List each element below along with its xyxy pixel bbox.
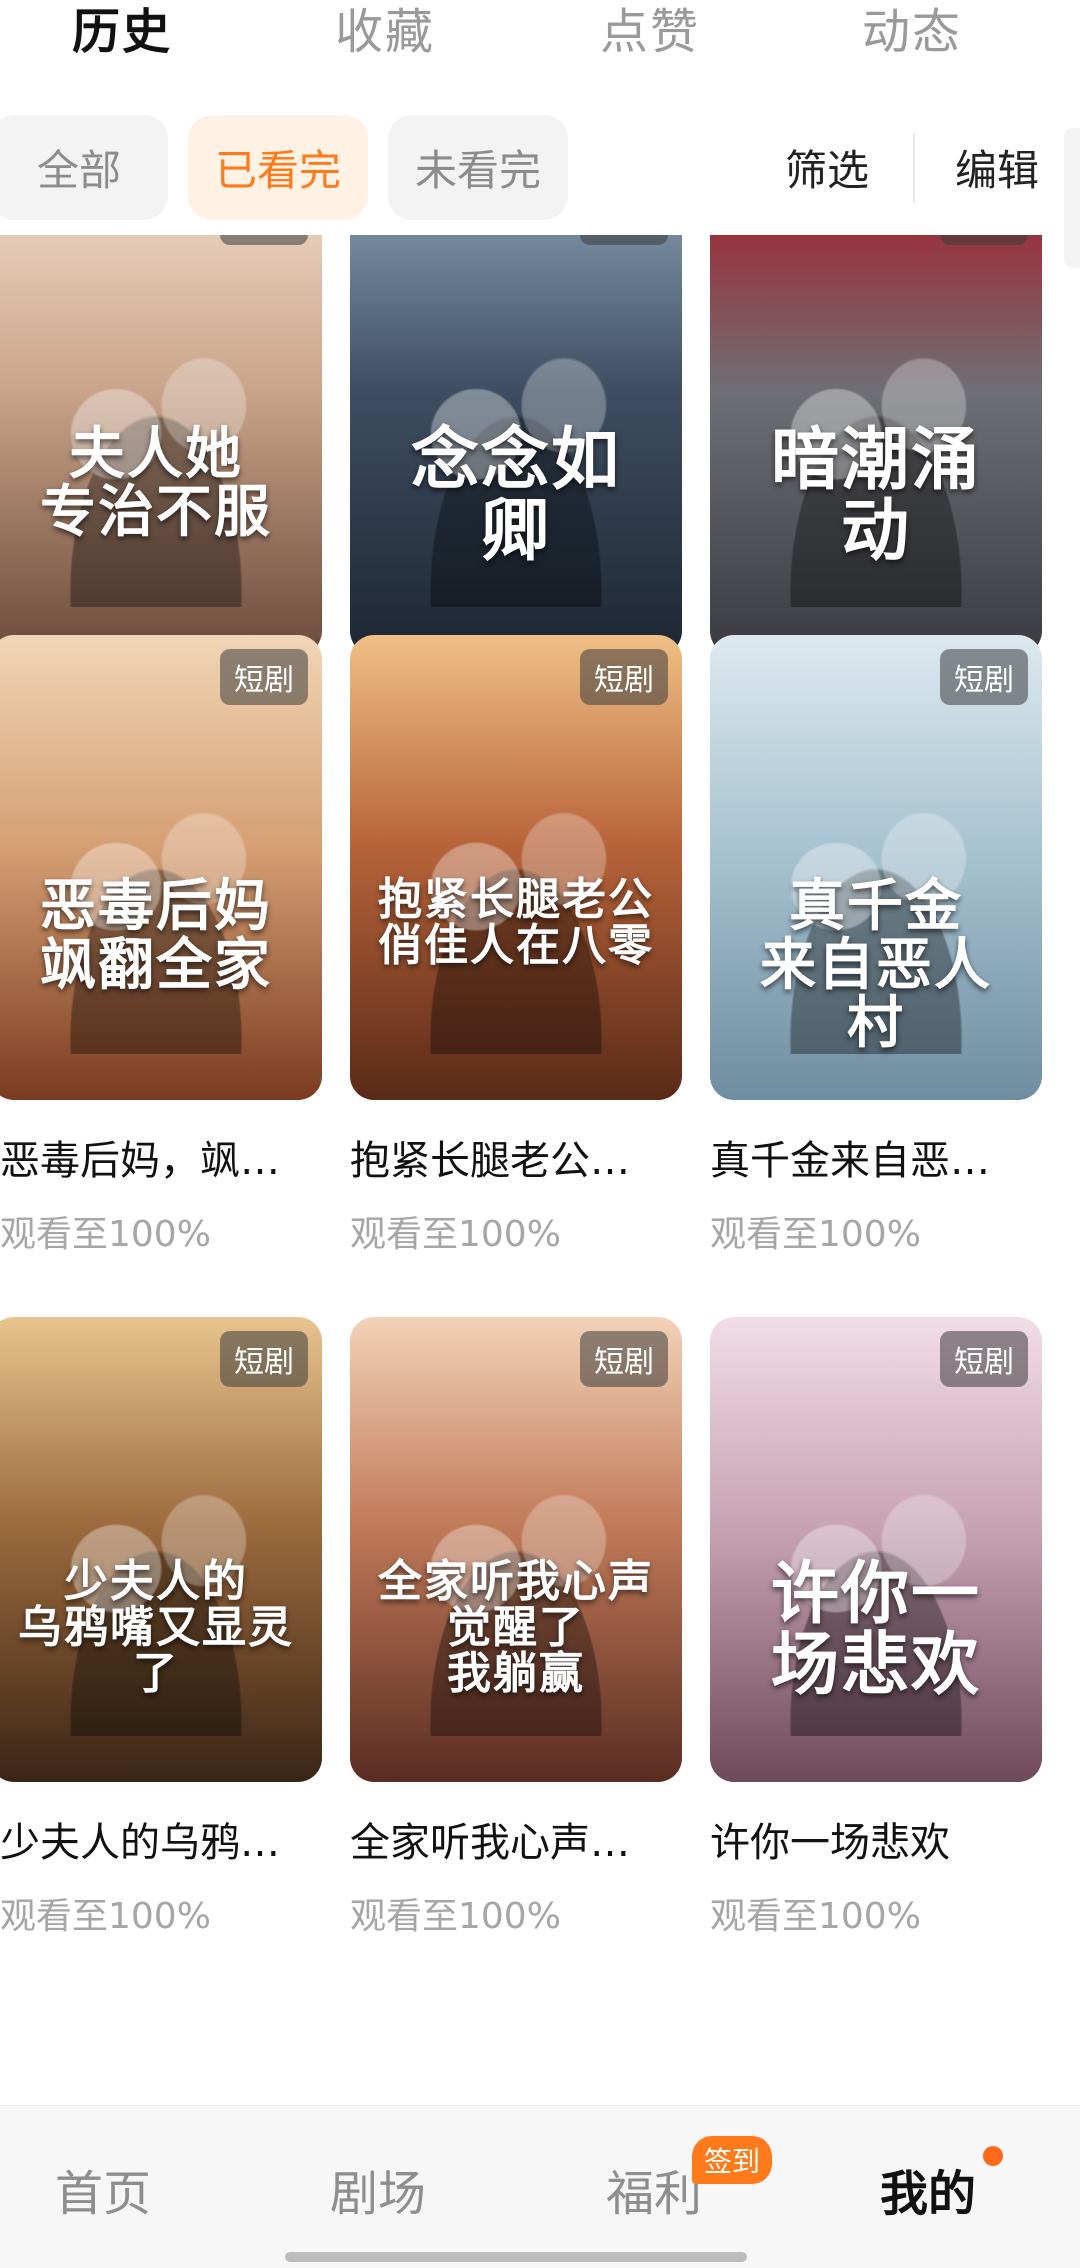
drama-title[interactable]: 许你一场悲欢 (710, 1810, 1052, 1868)
poster-title-art: 暗潮涌动 (770, 419, 981, 571)
poster-image[interactable]: 真千金 来自恶人村 短剧 (710, 635, 1042, 1100)
top-tab-bar: 历史 收藏 点赞 动态 (0, 0, 1080, 70)
poster-title-art: 少夫人的 乌鸦嘴又显灵了 (18, 1555, 294, 1700)
poster-image[interactable]: 抱紧长腿老公 俏佳人在八零 短剧 (350, 635, 682, 1100)
drama-card[interactable]: 抱紧长腿老公 俏佳人在八零 短剧抱紧长腿老公… 观看至100% (350, 635, 702, 1325)
chip-finished[interactable]: 已看完 (188, 115, 368, 220)
poster-title-art: 念念如卿 (410, 419, 621, 571)
short-drama-badge: 短剧 (220, 235, 308, 245)
short-drama-badge: 短剧 (580, 649, 668, 705)
drama-title[interactable]: 抱紧长腿老公… (350, 1128, 692, 1186)
divider (913, 133, 915, 203)
tab-activity[interactable]: 动态 (862, 0, 962, 62)
poster-title-art: 全家听我心声觉醒了 我躺赢 (378, 1555, 654, 1700)
nav-welfare[interactable]: 福利 (606, 2154, 702, 2224)
nav-theater[interactable]: 剧场 (330, 2154, 426, 2224)
chip-unfinished[interactable]: 未看完 (388, 115, 568, 220)
tab-history[interactable]: 历史 (72, 0, 172, 62)
poster-image[interactable]: 少夫人的 乌鸦嘴又显灵了 短剧 (0, 1317, 322, 1782)
poster-image[interactable]: 许你一场悲欢 短剧 (710, 1317, 1042, 1782)
short-drama-badge: 短剧 (580, 1331, 668, 1387)
filter-button[interactable]: 筛选 (785, 115, 869, 220)
bottom-nav: 首页 剧场 福利 签到 我的 (0, 2105, 1080, 2268)
drama-card[interactable]: 少夫人的 乌鸦嘴又显灵了 短剧少夫人的乌鸦… 观看至100% (0, 1317, 342, 2007)
drama-title[interactable]: 恶毒后妈，飒… (0, 1128, 342, 1186)
watch-progress: 观看至100% (710, 1214, 921, 1255)
drama-card[interactable]: 真千金 来自恶人村 短剧真千金来自恶… 观看至100% (710, 635, 1062, 1325)
history-grid: 夫人她 专治不服短剧夫人她专治不服观看至100%念念如卿短剧念念如卿观看至100… (0, 235, 1080, 2105)
drama-title[interactable]: 全家听我心声… (350, 1810, 692, 1868)
home-indicator[interactable] (285, 2252, 747, 2262)
short-drama-badge: 短剧 (580, 235, 668, 245)
watch-progress: 观看至100% (710, 1896, 921, 1937)
watch-progress: 观看至100% (0, 1896, 211, 1937)
short-drama-badge: 短剧 (940, 649, 1028, 705)
chip-all[interactable]: 全部 (0, 115, 168, 220)
poster-image[interactable]: 恶毒后妈 飒翻全家 短剧 (0, 635, 322, 1100)
poster-title-art: 夫人她 专治不服 (40, 420, 272, 546)
watch-progress: 观看至100% (350, 1214, 561, 1255)
drama-title[interactable]: 少夫人的乌鸦… (0, 1810, 342, 1868)
drama-title[interactable]: 真千金来自恶… (710, 1128, 1052, 1186)
notification-dot (983, 2146, 1003, 2166)
watch-progress: 观看至100% (0, 1214, 211, 1255)
tab-likes[interactable]: 点赞 (600, 0, 700, 62)
tab-favorites[interactable]: 收藏 (335, 0, 435, 62)
nav-mine[interactable]: 我的 (880, 2154, 976, 2224)
drama-card[interactable]: 许你一场悲欢 短剧许你一场悲欢观看至100% (710, 1317, 1062, 2007)
poster-image[interactable]: 夫人她 专治不服 短剧 (0, 235, 322, 655)
nav-home[interactable]: 首页 (55, 2154, 151, 2224)
short-drama-badge: 短剧 (940, 235, 1028, 245)
poster-title-art: 恶毒后妈 飒翻全家 (40, 872, 272, 998)
signin-badge[interactable]: 签到 (692, 2136, 773, 2184)
watch-progress: 观看至100% (350, 1896, 561, 1937)
short-drama-badge: 短剧 (220, 1331, 308, 1387)
poster-image[interactable]: 全家听我心声觉醒了 我躺赢 短剧 (350, 1317, 682, 1782)
short-drama-badge: 短剧 (940, 1331, 1028, 1387)
filter-row: 全部 已看完 未看完 筛选 编辑 (0, 115, 1080, 220)
poster-image[interactable]: 暗潮涌动 短剧 (710, 235, 1042, 655)
poster-title-art: 抱紧长腿老公 俏佳人在八零 (378, 873, 654, 971)
poster-title-art: 真千金 来自恶人村 (760, 872, 992, 1057)
drama-card[interactable]: 恶毒后妈 飒翻全家 短剧恶毒后妈，飒… 观看至100% (0, 635, 342, 1325)
short-drama-badge: 短剧 (220, 649, 308, 705)
poster-title-art: 许你一场悲欢 (770, 1553, 981, 1706)
edit-button[interactable]: 编辑 (955, 115, 1039, 220)
drama-card[interactable]: 全家听我心声觉醒了 我躺赢 短剧全家听我心声… 观看至100% (350, 1317, 702, 2007)
poster-image[interactable]: 念念如卿 短剧 (350, 235, 682, 655)
